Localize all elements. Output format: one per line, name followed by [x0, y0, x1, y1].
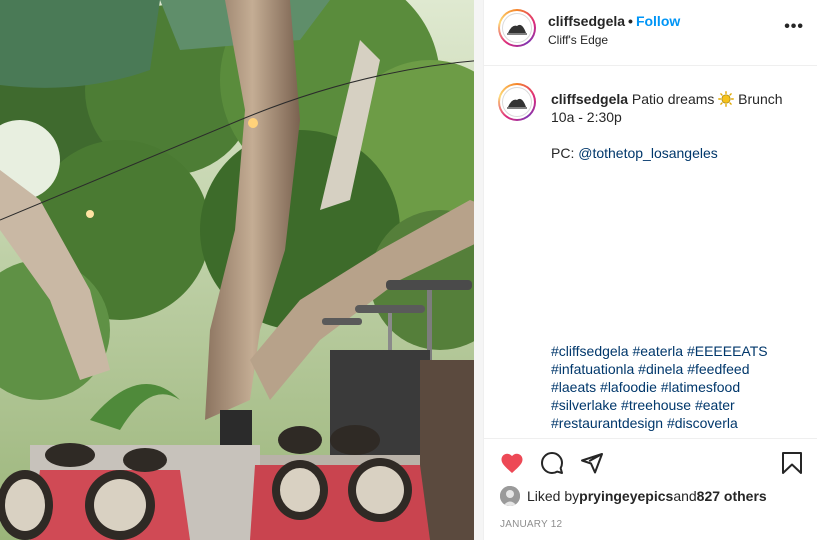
liked-by-user-link[interactable]: pryingeyepics [579, 488, 673, 504]
location-link[interactable]: Cliff's Edge [548, 33, 680, 47]
caption-text-part1: Patio dreams [628, 91, 719, 107]
likes-count-link[interactable]: 827 others [697, 488, 767, 504]
instagram-post: cliffsedgela • Follow Cliff's Edge ••• c… [0, 0, 817, 540]
profile-avatar[interactable] [498, 9, 536, 47]
caption-area: cliffsedgela Patio dreams Brunch 10a - 2… [484, 66, 817, 438]
sun-emoji-icon [718, 91, 735, 107]
cliffs-edge-logo-icon [502, 87, 532, 117]
hashtag-line[interactable]: #infatuationla #dinela #feedfeed [551, 360, 813, 378]
hashtag-list: #cliffsedgela #eaterla #EEEEEATS #infatu… [551, 342, 813, 432]
post-date[interactable]: JANUARY 12 [500, 519, 562, 530]
heart-filled-icon[interactable] [499, 450, 525, 476]
liked-by-prefix: Liked by [527, 488, 580, 504]
hashtag-line[interactable]: #restaurantdesign #discoverla [551, 414, 813, 432]
liked-by-and: and [673, 488, 697, 504]
more-options-icon[interactable]: ••• [784, 18, 804, 36]
paper-plane-icon[interactable] [579, 450, 605, 476]
caption-mention-link[interactable]: @tothetop_losangeles [578, 145, 718, 161]
caption-text: cliffsedgela Patio dreams Brunch 10a - 2… [551, 90, 813, 162]
header-username[interactable]: cliffsedgela [548, 13, 625, 29]
caption-avatar[interactable] [498, 83, 536, 121]
post-header: cliffsedgela • Follow Cliff's Edge ••• [484, 0, 817, 66]
action-bar: Liked by pryingeyepics and 827 others JA… [484, 438, 817, 540]
likes-summary: Liked by pryingeyepics and 827 others [500, 486, 767, 506]
separator-dot: • [628, 13, 633, 29]
follow-button[interactable]: Follow [636, 13, 680, 29]
hashtag-line[interactable]: #cliffsedgela #eaterla #EEEEEATS [551, 342, 813, 360]
patio-photo-illustration [0, 0, 483, 540]
comment-bubble-icon[interactable] [539, 450, 565, 476]
cliffs-edge-logo-icon [502, 13, 532, 43]
bookmark-icon[interactable] [779, 450, 805, 476]
post-side-panel: cliffsedgela • Follow Cliff's Edge ••• c… [483, 0, 817, 540]
liker-avatar[interactable] [500, 486, 520, 506]
hashtag-line[interactable]: #laeats #lafoodie #latimesfood [551, 378, 813, 396]
caption-username[interactable]: cliffsedgela [551, 91, 628, 107]
hashtag-line[interactable]: #silverlake #treehouse #eater [551, 396, 813, 414]
post-photo[interactable] [0, 0, 483, 540]
